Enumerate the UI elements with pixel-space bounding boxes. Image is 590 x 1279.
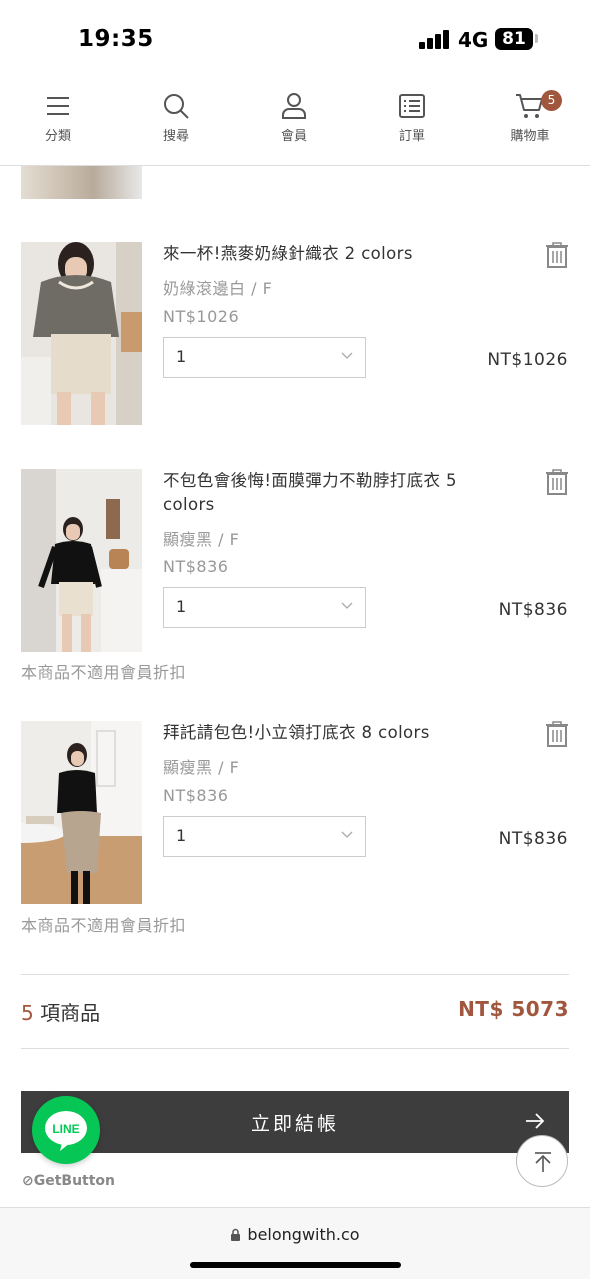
member-discount-note: 本商品不適用會員折扣 [21, 916, 187, 935]
cart-count-badge: 5 [541, 90, 562, 111]
product-name[interactable]: 來一杯!燕麥奶綠針織衣 2 colors [163, 242, 503, 266]
nav-member[interactable]: 會員 [254, 92, 334, 144]
product-variant: 顯瘦黑 / F [163, 530, 240, 549]
checkout-label: 立即結帳 [250, 1113, 339, 1135]
product-image[interactable] [21, 721, 142, 904]
signal-icon [419, 30, 451, 49]
user-icon [282, 93, 306, 119]
nav-orders[interactable]: 訂單 [372, 92, 452, 144]
scroll-to-top-button[interactable] [516, 1135, 568, 1187]
item-count-suffix: 項商品 [40, 1001, 101, 1025]
trash-icon[interactable] [545, 721, 569, 747]
checkout-button[interactable]: 立即結帳 [21, 1091, 569, 1153]
nav-label-orders: 訂單 [398, 129, 425, 144]
product-name[interactable]: 不包色會後悔!面膜彈力不勒脖打底衣 5 colors [163, 469, 503, 517]
order-list-icon [399, 94, 425, 118]
quantity-select[interactable]: 1 [163, 816, 366, 857]
network-type: 4G [458, 28, 489, 52]
item-count: 5 項商品 [21, 997, 100, 1026]
trash-icon[interactable] [545, 242, 569, 268]
chevron-down-icon [341, 831, 353, 838]
item-count-number: 5 [21, 1001, 34, 1025]
lock-icon [231, 1228, 241, 1241]
product-image[interactable] [21, 469, 142, 652]
cart-icon [516, 94, 543, 118]
line-chat-button[interactable]: LINE [32, 1096, 100, 1164]
chevron-down-icon [341, 602, 353, 609]
line-logo-icon: LINE [45, 1111, 87, 1151]
product-image[interactable] [21, 242, 142, 425]
getbutton-brand: ⊘GetButton [22, 1173, 115, 1189]
quantity-value: 1 [176, 597, 187, 616]
line-total: NT$836 [498, 600, 568, 620]
quantity-value: 1 [176, 347, 187, 366]
getbutton-icon: ⊘ [22, 1173, 34, 1189]
quantity-value: 1 [176, 826, 187, 845]
line-total: NT$836 [498, 829, 568, 849]
battery-icon: 81 [495, 28, 533, 50]
nav-category[interactable]: 分類 [18, 92, 98, 144]
product-price: NT$1026 [163, 307, 240, 326]
menu-icon [47, 97, 69, 115]
nav-label-member: 會員 [280, 129, 307, 144]
cart-total: NT$ 5073 [458, 997, 569, 1021]
product-variant: 奶綠滾邊白 / F [163, 279, 273, 298]
product-price: NT$836 [163, 786, 229, 805]
getbutton-label: GetButton [33, 1173, 116, 1189]
chevron-down-icon [341, 352, 353, 359]
product-name[interactable]: 拜託請包色!小立領打底衣 8 colors [163, 721, 503, 745]
nav-label-cart: 購物車 [510, 129, 550, 144]
product-variant: 顯瘦黑 / F [163, 758, 240, 777]
search-icon [164, 94, 189, 119]
quantity-select[interactable]: 1 [163, 587, 366, 628]
product-price: NT$836 [163, 557, 229, 576]
battery-tip [535, 34, 538, 43]
product-image[interactable] [21, 166, 142, 199]
line-total: NT$1026 [487, 350, 568, 370]
top-nav: 分類 搜尋 會員 訂單 5 購物車 [0, 82, 590, 166]
member-discount-note: 本商品不適用會員折扣 [21, 663, 187, 682]
arrow-up-icon [535, 1152, 551, 1172]
quantity-select[interactable]: 1 [163, 337, 366, 378]
line-label: LINE [52, 1122, 79, 1136]
nav-label-category: 分類 [44, 129, 71, 144]
browser-url-bar[interactable]: belongwith.co [0, 1207, 590, 1279]
status-bar: 19:35 4G 81 [0, 0, 590, 80]
nav-search[interactable]: 搜尋 [136, 92, 216, 144]
cart-summary: 5 項商品 NT$ 5073 [21, 974, 569, 1049]
trash-icon[interactable] [545, 469, 569, 495]
url-text: belongwith.co [247, 1225, 360, 1244]
url-display[interactable]: belongwith.co [0, 1225, 590, 1244]
status-time: 19:35 [78, 26, 154, 52]
nav-cart[interactable]: 5 購物車 [490, 90, 570, 144]
arrow-right-icon [526, 1113, 545, 1129]
nav-label-search: 搜尋 [162, 129, 189, 144]
home-indicator[interactable] [190, 1262, 401, 1268]
